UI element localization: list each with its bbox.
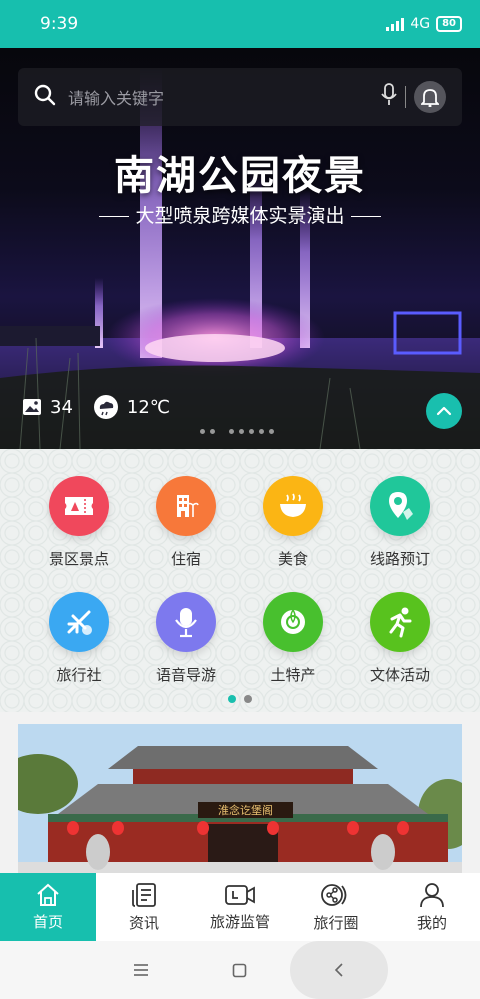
noodle-bowl-icon: [280, 493, 306, 517]
tab-news[interactable]: 资讯: [96, 873, 192, 941]
news-icon: [132, 882, 156, 907]
category-grid: 景区景点 住宿 美食 线路预订 旅行社 语音导游 土特产 文体活动: [0, 449, 480, 712]
category-label: 文体活动: [369, 666, 430, 684]
category-item[interactable]: 线路预订: [345, 476, 455, 569]
featured-card[interactable]: 淮念讫堡阁: [18, 724, 462, 874]
banner-dot: [239, 429, 244, 434]
tab-label: 我的: [416, 913, 447, 932]
search-input[interactable]: 请输入关键字: [68, 85, 381, 109]
category-item[interactable]: 美食: [238, 476, 348, 569]
banner-dot: [269, 429, 274, 434]
battery-icon: 80: [436, 16, 462, 32]
building-sign: 淮念讫堡阁: [218, 803, 273, 817]
banner-dot: [259, 429, 264, 434]
category-item[interactable]: 住宿: [131, 476, 241, 569]
page-dot-active: [228, 695, 236, 703]
home-icon: [37, 883, 59, 906]
banner-pagination: [200, 429, 274, 434]
banner-title: 南湖公园夜景: [114, 153, 366, 199]
tab-label: 首页: [32, 912, 63, 931]
tab-label: 资讯: [128, 913, 159, 932]
banner-dot: [200, 429, 205, 434]
tab-label: 旅行圈: [313, 913, 359, 932]
banner-subtitle-text: 大型喷泉跨媒体实景演出: [135, 205, 345, 227]
category-label: 土特产: [270, 666, 316, 684]
category-icon-bg: [156, 592, 216, 652]
banner-stats: 34 12℃: [22, 395, 170, 419]
tab-profile[interactable]: 我的: [384, 873, 480, 941]
chevron-up-icon: [436, 406, 452, 416]
temperature-value: 12℃: [126, 396, 171, 418]
category-item[interactable]: 旅行社: [24, 592, 134, 685]
category-item[interactable]: 景区景点: [24, 476, 134, 569]
banner-dot: [229, 429, 234, 434]
notification-button[interactable]: [414, 81, 446, 113]
category-item[interactable]: 土特产: [238, 592, 348, 685]
user-icon: [420, 882, 444, 907]
share-icon: [321, 883, 347, 906]
category-label: 线路预订: [369, 550, 430, 568]
category-icon-bg: [49, 592, 109, 652]
category-icon-bg: [49, 476, 109, 536]
page-dot: [244, 695, 252, 703]
category-icon-bg: [263, 592, 323, 652]
weather: 12℃: [93, 395, 170, 419]
voice-search-icon[interactable]: [381, 83, 397, 111]
runner-icon: [389, 607, 412, 638]
route-pin-icon: [389, 492, 413, 520]
building-photo: 淮念讫堡阁: [18, 724, 462, 874]
camera-icon: [225, 884, 255, 905]
back-icon[interactable]: [334, 962, 344, 978]
banner-subtitle: 大型喷泉跨媒体实景演出: [0, 201, 480, 228]
system-nav-bar: [0, 941, 480, 999]
flower-icon: [281, 609, 305, 634]
banner-dot: [249, 429, 254, 434]
category-icon-bg: [156, 476, 216, 536]
tab-supervision[interactable]: 旅游监管: [192, 873, 288, 941]
image-icon: [23, 399, 41, 415]
plane-icon: [67, 610, 92, 635]
category-label: 旅行社: [56, 666, 102, 684]
tab-label: 旅游监管: [209, 912, 270, 931]
search-divider: [405, 86, 406, 108]
collapse-button[interactable]: [426, 393, 462, 429]
status-bar: 9:39 4G 80: [0, 0, 480, 48]
hero-banner[interactable]: 请输入关键字 南湖公园夜景 大型喷泉跨媒体实景演出 34 12℃: [0, 48, 480, 449]
status-icons: 4G 80: [386, 16, 462, 32]
category-label: 美食: [277, 550, 308, 568]
search-icon: [34, 84, 56, 110]
status-time: 9:39: [40, 14, 79, 34]
category-item[interactable]: 文体活动: [345, 592, 455, 685]
photo-count-value: 34: [50, 396, 73, 418]
category-label: 景区景点: [48, 550, 109, 568]
search-bar[interactable]: 请输入关键字: [18, 68, 462, 126]
weather-cloud-icon: [93, 395, 118, 419]
category-icon-bg: [370, 476, 430, 536]
signal-icon: [386, 17, 405, 31]
category-item[interactable]: 语音导游: [131, 592, 241, 685]
category-pagination: [228, 695, 252, 703]
network-label: 4G: [410, 16, 431, 32]
home-square-icon[interactable]: [232, 963, 247, 978]
category-label: 住宿: [170, 550, 201, 568]
bell-icon: [421, 89, 439, 107]
menu-icon[interactable]: [133, 963, 149, 977]
ticket-icon: [65, 497, 93, 515]
category-label: 语音导游: [155, 666, 216, 684]
hotel-icon: [177, 495, 199, 517]
tab-home[interactable]: 首页: [0, 873, 96, 941]
photo-count[interactable]: 34: [22, 397, 73, 418]
banner-dot: [210, 429, 215, 434]
tab-travel-circle[interactable]: 旅行圈: [288, 873, 384, 941]
bottom-tab-bar: 首页 资讯 旅游监管 旅行圈 我的: [0, 873, 480, 941]
category-icon-bg: [263, 476, 323, 536]
microphone-icon: [175, 608, 197, 638]
category-icon-bg: [370, 592, 430, 652]
